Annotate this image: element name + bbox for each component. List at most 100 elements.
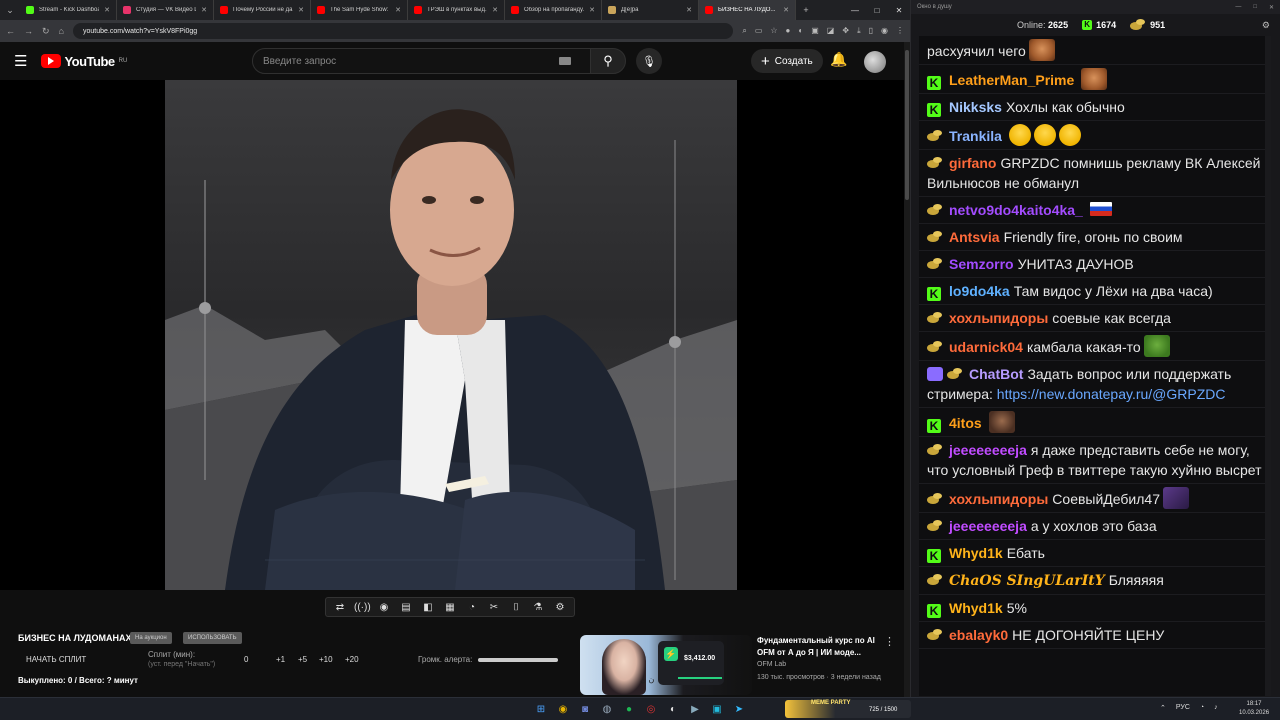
split-add-10-button[interactable]: +10 bbox=[319, 655, 333, 664]
film-icon[interactable]: ▤ bbox=[398, 602, 414, 613]
obs-icon[interactable]: ◐ bbox=[665, 702, 681, 717]
zoom-icon[interactable]: ⌕ bbox=[742, 26, 746, 36]
voice-search-button[interactable]: 🎙 bbox=[636, 48, 662, 74]
browser-tab[interactable]: Почему России не да... ✕ bbox=[214, 0, 311, 20]
extension-icon[interactable]: ◪ bbox=[827, 26, 835, 36]
split-add-20-button[interactable]: +20 bbox=[345, 655, 359, 664]
chat-username[interactable]: ebalayk0 bbox=[949, 627, 1008, 643]
extension-icon[interactable]: ◐ bbox=[798, 26, 803, 36]
language-indicator[interactable]: РУС bbox=[1176, 704, 1190, 712]
browser-tab[interactable]: Д[е]ра ✕ bbox=[602, 0, 699, 20]
maximize-icon[interactable]: □ bbox=[1253, 4, 1257, 11]
youtube-logo[interactable]: YouTube RU bbox=[41, 54, 127, 69]
meme-party-widget[interactable]: MEME PARTY 725 / 1500 bbox=[785, 700, 911, 718]
chat-username[interactable]: Whyd1k bbox=[949, 545, 1003, 561]
steam-icon[interactable]: ◍ bbox=[599, 702, 615, 717]
scrollbar-thumb[interactable] bbox=[905, 50, 909, 200]
chat-username[interactable]: LeatherMan_Prime bbox=[949, 72, 1074, 88]
settings-icon[interactable]: ⚙ bbox=[552, 602, 568, 613]
camera-icon[interactable]: ⌷ bbox=[508, 602, 524, 613]
recorder-icon[interactable]: ◎ bbox=[643, 702, 659, 717]
network-icon[interactable]: ◔ bbox=[1200, 704, 1204, 712]
close-tab-icon[interactable]: ✕ bbox=[589, 6, 595, 14]
close-window-icon[interactable]: ✕ bbox=[1269, 4, 1274, 11]
close-tab-icon[interactable]: ✕ bbox=[783, 6, 789, 14]
recommended-thumbnail[interactable]: ⚡ $3,412.00 ن ي bbox=[580, 635, 752, 695]
video-player[interactable] bbox=[0, 80, 904, 590]
watch-icon[interactable]: ◉ bbox=[376, 602, 392, 613]
home-icon[interactable]: ⌂ bbox=[59, 26, 64, 36]
puzzle-icon[interactable]: ✥ bbox=[842, 26, 849, 36]
flask-icon[interactable]: ⚗ bbox=[530, 602, 546, 613]
download-icon[interactable]: ⤓ bbox=[857, 26, 861, 36]
volume-icon[interactable]: ♪ bbox=[1214, 704, 1218, 712]
chat-username[interactable]: Semzorro bbox=[949, 256, 1014, 272]
chat-username[interactable]: Trankila bbox=[949, 128, 1002, 144]
clip-icon[interactable]: ✂ bbox=[486, 602, 502, 613]
chat-username[interactable]: хохлыпидоры bbox=[949, 310, 1048, 326]
avatar[interactable] bbox=[864, 51, 886, 73]
browser-tab[interactable]: ТРЭШ в пунктах выд... ✕ bbox=[408, 0, 505, 20]
close-tab-icon[interactable]: ✕ bbox=[104, 6, 110, 14]
chat-username[interactable]: хохлыпидоры bbox=[949, 491, 1048, 507]
back-icon[interactable]: ← bbox=[6, 26, 15, 36]
chat-username[interactable]: ChatBot bbox=[969, 366, 1023, 382]
more-options-icon[interactable]: ⋮ bbox=[884, 635, 895, 648]
close-tab-icon[interactable]: ✕ bbox=[492, 6, 498, 14]
chat-scrollbar[interactable] bbox=[1265, 36, 1271, 696]
minimize-icon[interactable]: — bbox=[1235, 4, 1241, 11]
chat-username[interactable]: Nikksks bbox=[949, 99, 1002, 115]
menu-dots-icon[interactable]: ⋮ bbox=[896, 26, 904, 36]
split-add-1-button[interactable]: +1 bbox=[276, 655, 285, 664]
start-split-button[interactable]: НАЧАТЬ СПЛИТ bbox=[26, 655, 86, 664]
recommended-channel[interactable]: OFM Lab bbox=[757, 661, 786, 668]
hamburger-icon[interactable]: ☰ bbox=[14, 52, 27, 70]
chat-username[interactable]: udarnick04 bbox=[949, 339, 1023, 355]
notifications-bell-icon[interactable]: 🔔 bbox=[830, 51, 847, 68]
create-button[interactable]: + Создать bbox=[751, 49, 823, 73]
close-window-icon[interactable]: ✕ bbox=[888, 6, 910, 15]
close-tab-icon[interactable]: ✕ bbox=[201, 6, 207, 14]
extension-icon[interactable]: ● bbox=[786, 26, 791, 36]
tab-list-button[interactable]: ⌄ bbox=[0, 0, 20, 20]
start-icon[interactable]: ⊞ bbox=[533, 702, 549, 717]
extension-icon[interactable]: ▣ bbox=[811, 26, 819, 36]
browser-tab[interactable]: БИЗНЕС НА ЛУДО... ✕ bbox=[699, 0, 796, 20]
chat-settings-icon[interactable]: ⚙ bbox=[1262, 20, 1270, 31]
frames-icon[interactable]: ▦ bbox=[442, 602, 458, 613]
discord-icon[interactable]: ◙ bbox=[577, 702, 593, 717]
keyboard-icon[interactable] bbox=[559, 57, 571, 65]
tray-chevron-icon[interactable]: ⌃ bbox=[1160, 704, 1166, 712]
chat-username[interactable]: jeeeeeeeeja bbox=[949, 442, 1027, 458]
pip-icon[interactable]: ◧ bbox=[420, 602, 436, 613]
forward-icon[interactable]: → bbox=[24, 26, 33, 36]
profile-icon[interactable]: ◉ bbox=[881, 26, 888, 36]
spotify-icon[interactable]: ● bbox=[621, 702, 637, 717]
chat-username[interactable]: 4itos bbox=[949, 415, 982, 431]
close-tab-icon[interactable]: ✕ bbox=[395, 6, 401, 14]
donate-link[interactable]: https://new.donatepay.ru/@GRPZDC bbox=[997, 386, 1226, 402]
chat-username[interactable]: jeeeeeeeeja bbox=[949, 518, 1027, 534]
clock[interactable]: 18:17 10.03.2026 bbox=[1239, 700, 1269, 718]
new-tab-button[interactable]: + bbox=[796, 0, 816, 20]
broadcast-icon[interactable]: ((·)) bbox=[354, 602, 371, 613]
minimize-icon[interactable]: — bbox=[844, 6, 866, 15]
chrome-icon[interactable]: ◉ bbox=[555, 702, 571, 717]
speed-icon[interactable]: ◔ bbox=[464, 602, 480, 613]
browser-tab[interactable]: Студия — VK Видео Live ✕ bbox=[117, 0, 214, 20]
browser-tab[interactable]: Обзор на пропаганду... ✕ bbox=[505, 0, 602, 20]
reload-icon[interactable]: ↻ bbox=[42, 26, 50, 37]
split-add-5-button[interactable]: +5 bbox=[298, 655, 307, 664]
recommended-title[interactable]: Фундаментальный курс по AI OFM от А до Я… bbox=[757, 635, 882, 659]
chat-username[interactable]: ChaOS SIngULarItY bbox=[949, 573, 1105, 589]
video-frame[interactable] bbox=[165, 80, 737, 590]
close-tab-icon[interactable]: ✕ bbox=[298, 6, 304, 14]
close-tab-icon[interactable]: ✕ bbox=[686, 6, 692, 14]
auction-button[interactable]: На аукцион bbox=[130, 632, 172, 644]
url-field[interactable]: youtube.com/watch?v=YskV8FPi0gg bbox=[72, 23, 734, 39]
search-input[interactable]: Введите запрос bbox=[252, 48, 592, 74]
search-button[interactable]: ⚲ bbox=[590, 48, 626, 74]
browser-tab[interactable]: The Sam Hyde Show: C... ✕ bbox=[311, 0, 408, 20]
alert-volume-slider[interactable] bbox=[478, 658, 558, 662]
chat-username[interactable]: Whyd1k bbox=[949, 600, 1003, 616]
